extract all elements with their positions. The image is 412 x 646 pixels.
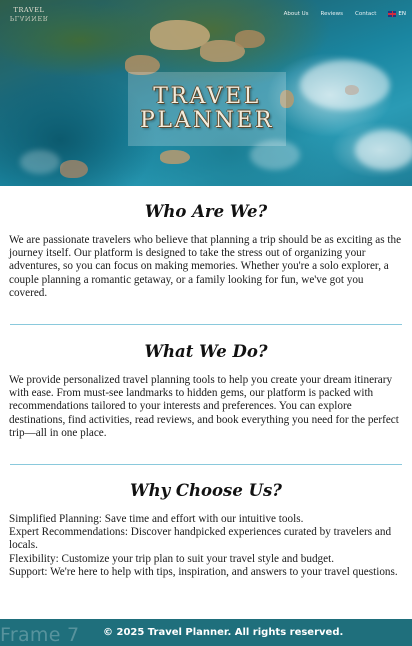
nav-reviews-link[interactable]: Reviews [321, 11, 344, 17]
section-body: We provide personalized travel planning … [9, 374, 399, 439]
reasons-list: Simplified Planning: Save time and effor… [9, 513, 403, 579]
section-divider [10, 464, 402, 465]
top-nav: About Us Reviews Contact EN [284, 11, 406, 17]
what-we-do-section: What We Do? We provide personalized trav… [9, 342, 403, 440]
logo-line-2: PLANNER [9, 14, 49, 22]
copyright-text: © 2025 Travel Planner. All rights reserv… [103, 627, 344, 638]
hero-title-line-2: PLANNER [140, 108, 274, 133]
rock-shape [60, 160, 88, 178]
wave-foam [300, 60, 390, 110]
logo-line-1: TRAVEL [13, 6, 45, 14]
nav-contact-link[interactable]: Contact [355, 11, 376, 17]
wave-foam [355, 130, 412, 170]
section-title: Who Are We? [144, 202, 268, 221]
hero-title-box: TRAVEL PLANNER [128, 72, 286, 146]
uk-flag-icon [388, 11, 397, 17]
section-divider [10, 324, 402, 325]
page-footer: Frame 7 © 2025 Travel Planner. All right… [0, 619, 412, 646]
list-item: Support: We're here to help with tips, i… [9, 565, 398, 578]
language-selector[interactable]: EN [388, 11, 406, 17]
wave-foam [20, 150, 60, 174]
site-logo[interactable]: TRAVEL PLANNER [6, 6, 52, 23]
section-title: What We Do? [144, 342, 268, 361]
rock-shape [235, 30, 265, 48]
list-item: Expert Recommendations: Discover handpic… [9, 526, 392, 552]
list-item: Flexibility: Customize your trip plan to… [9, 552, 335, 565]
frame-label: Frame 7 [0, 624, 80, 646]
rock-shape [160, 150, 190, 164]
hero-title-line-1: TRAVEL [153, 84, 261, 109]
list-item: Simplified Planning: Save time and effor… [9, 513, 304, 525]
section-title: Why Choose Us? [130, 481, 282, 500]
language-code: EN [398, 11, 406, 17]
hero-banner: TRAVEL PLANNER About Us Reviews Contact … [0, 0, 412, 186]
who-are-we-section: Who Are We? We are passionate travelers … [9, 202, 403, 300]
section-body: We are passionate travelers who believe … [9, 234, 402, 299]
why-choose-us-section: Why Choose Us? Simplified Planning: Save… [9, 481, 403, 579]
nav-about-us-link[interactable]: About Us [284, 11, 309, 17]
